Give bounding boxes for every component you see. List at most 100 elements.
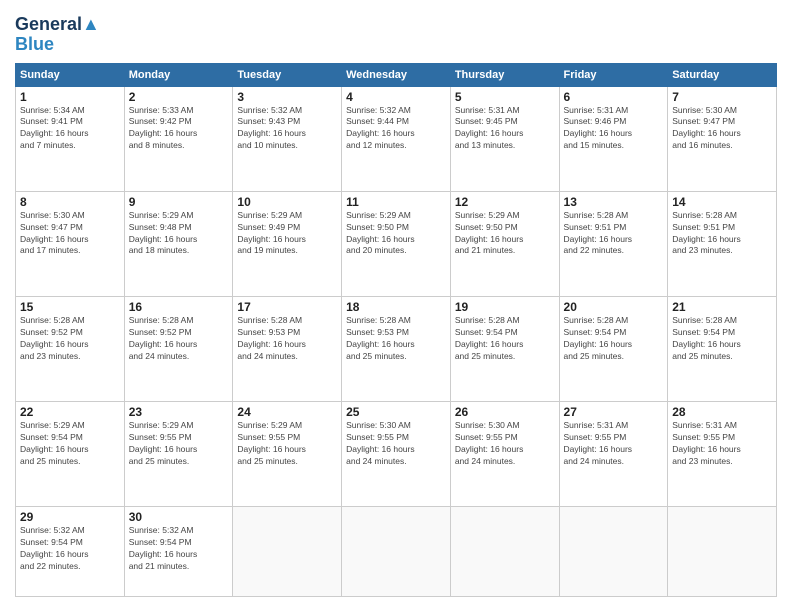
weekday-header-saturday: Saturday [668, 63, 777, 86]
day-number: 11 [346, 195, 446, 209]
day-info: Sunrise: 5:28 AMSunset: 9:51 PMDaylight:… [564, 210, 664, 258]
calendar-cell: 14Sunrise: 5:28 AMSunset: 9:51 PMDayligh… [668, 191, 777, 296]
weekday-header-row: SundayMondayTuesdayWednesdayThursdayFrid… [16, 63, 777, 86]
day-number: 12 [455, 195, 555, 209]
calendar-cell: 7Sunrise: 5:30 AMSunset: 9:47 PMDaylight… [668, 86, 777, 191]
day-info: Sunrise: 5:31 AMSunset: 9:45 PMDaylight:… [455, 105, 555, 153]
calendar-cell: 28Sunrise: 5:31 AMSunset: 9:55 PMDayligh… [668, 402, 777, 507]
day-number: 2 [129, 90, 229, 104]
day-info: Sunrise: 5:32 AMSunset: 9:54 PMDaylight:… [129, 525, 229, 573]
day-number: 27 [564, 405, 664, 419]
day-info: Sunrise: 5:28 AMSunset: 9:52 PMDaylight:… [20, 315, 120, 363]
calendar-cell: 8Sunrise: 5:30 AMSunset: 9:47 PMDaylight… [16, 191, 125, 296]
day-number: 15 [20, 300, 120, 314]
day-info: Sunrise: 5:31 AMSunset: 9:55 PMDaylight:… [672, 420, 772, 468]
day-info: Sunrise: 5:34 AMSunset: 9:41 PMDaylight:… [20, 105, 120, 153]
calendar-cell: 4Sunrise: 5:32 AMSunset: 9:44 PMDaylight… [342, 86, 451, 191]
day-info: Sunrise: 5:28 AMSunset: 9:51 PMDaylight:… [672, 210, 772, 258]
day-info: Sunrise: 5:31 AMSunset: 9:55 PMDaylight:… [564, 420, 664, 468]
day-info: Sunrise: 5:32 AMSunset: 9:43 PMDaylight:… [237, 105, 337, 153]
week-row-1: 1Sunrise: 5:34 AMSunset: 9:41 PMDaylight… [16, 86, 777, 191]
calendar-cell [668, 507, 777, 597]
day-info: Sunrise: 5:31 AMSunset: 9:46 PMDaylight:… [564, 105, 664, 153]
header: General▲Blue [15, 15, 777, 55]
day-number: 24 [237, 405, 337, 419]
calendar-table: SundayMondayTuesdayWednesdayThursdayFrid… [15, 63, 777, 597]
day-number: 5 [455, 90, 555, 104]
day-number: 19 [455, 300, 555, 314]
week-row-5: 29 Sunrise: 5:32 AMSunset: 9:54 PMDayligh… [16, 507, 777, 597]
day-number: 21 [672, 300, 772, 314]
day-info: Sunrise: 5:28 AMSunset: 9:52 PMDaylight:… [129, 315, 229, 363]
page: General▲Blue SundayMondayTuesdayWednesda… [0, 0, 792, 612]
day-number: 16 [129, 300, 229, 314]
calendar-cell: 26Sunrise: 5:30 AMSunset: 9:55 PMDayligh… [450, 402, 559, 507]
day-info: Sunrise: 5:29 AMSunset: 9:54 PMDaylight:… [20, 420, 120, 468]
day-number: 14 [672, 195, 772, 209]
day-info: Sunrise: 5:28 AMSunset: 9:54 PMDaylight:… [672, 315, 772, 363]
day-info: Sunrise: 5:29 AMSunset: 9:49 PMDaylight:… [237, 210, 337, 258]
calendar-cell [342, 507, 451, 597]
calendar-cell: 18Sunrise: 5:28 AMSunset: 9:53 PMDayligh… [342, 296, 451, 401]
weekday-header-tuesday: Tuesday [233, 63, 342, 86]
calendar-cell: 19Sunrise: 5:28 AMSunset: 9:54 PMDayligh… [450, 296, 559, 401]
calendar-cell: 21Sunrise: 5:28 AMSunset: 9:54 PMDayligh… [668, 296, 777, 401]
day-info: Sunrise: 5:30 AMSunset: 9:47 PMDaylight:… [672, 105, 772, 153]
day-info: Sunrise: 5:29 AMSunset: 9:48 PMDaylight:… [129, 210, 229, 258]
day-info: Sunrise: 5:30 AMSunset: 9:47 PMDaylight:… [20, 210, 120, 258]
day-number: 10 [237, 195, 337, 209]
day-info: Sunrise: 5:28 AMSunset: 9:54 PMDaylight:… [455, 315, 555, 363]
day-info: Sunrise: 5:33 AMSunset: 9:42 PMDaylight:… [129, 105, 229, 153]
weekday-header-monday: Monday [124, 63, 233, 86]
calendar-cell: 15Sunrise: 5:28 AMSunset: 9:52 PMDayligh… [16, 296, 125, 401]
calendar-cell [559, 507, 668, 597]
calendar-cell: 6Sunrise: 5:31 AMSunset: 9:46 PMDaylight… [559, 86, 668, 191]
week-row-2: 8Sunrise: 5:30 AMSunset: 9:47 PMDaylight… [16, 191, 777, 296]
day-number: 17 [237, 300, 337, 314]
day-number: 26 [455, 405, 555, 419]
day-info: Sunrise: 5:30 AMSunset: 9:55 PMDaylight:… [346, 420, 446, 468]
calendar-cell: 24Sunrise: 5:29 AMSunset: 9:55 PMDayligh… [233, 402, 342, 507]
day-number: 30 [129, 510, 229, 524]
day-number: 7 [672, 90, 772, 104]
day-number: 9 [129, 195, 229, 209]
weekday-header-friday: Friday [559, 63, 668, 86]
day-number: 6 [564, 90, 664, 104]
calendar-cell: 12Sunrise: 5:29 AMSunset: 9:50 PMDayligh… [450, 191, 559, 296]
day-info: Sunrise: 5:28 AMSunset: 9:53 PMDaylight:… [346, 315, 446, 363]
weekday-header-thursday: Thursday [450, 63, 559, 86]
calendar-cell: 13Sunrise: 5:28 AMSunset: 9:51 PMDayligh… [559, 191, 668, 296]
day-info: Sunrise: 5:28 AMSunset: 9:53 PMDaylight:… [237, 315, 337, 363]
logo-text: General▲Blue [15, 15, 100, 55]
day-number: 13 [564, 195, 664, 209]
calendar-cell: 17Sunrise: 5:28 AMSunset: 9:53 PMDayligh… [233, 296, 342, 401]
day-number: 23 [129, 405, 229, 419]
calendar-cell: 25Sunrise: 5:30 AMSunset: 9:55 PMDayligh… [342, 402, 451, 507]
calendar-cell: 27Sunrise: 5:31 AMSunset: 9:55 PMDayligh… [559, 402, 668, 507]
logo: General▲Blue [15, 15, 100, 55]
calendar-cell: 1Sunrise: 5:34 AMSunset: 9:41 PMDaylight… [16, 86, 125, 191]
day-number: 1 [20, 90, 120, 104]
calendar-cell: 2Sunrise: 5:33 AMSunset: 9:42 PMDaylight… [124, 86, 233, 191]
calendar-cell: 9Sunrise: 5:29 AMSunset: 9:48 PMDaylight… [124, 191, 233, 296]
day-info: Sunrise: 5:29 AMSunset: 9:50 PMDaylight:… [455, 210, 555, 258]
calendar-cell: 3Sunrise: 5:32 AMSunset: 9:43 PMDaylight… [233, 86, 342, 191]
weekday-header-sunday: Sunday [16, 63, 125, 86]
day-info: Sunrise: 5:30 AMSunset: 9:55 PMDaylight:… [455, 420, 555, 468]
day-number: 8 [20, 195, 120, 209]
day-number: 20 [564, 300, 664, 314]
calendar-cell [233, 507, 342, 597]
day-number: 4 [346, 90, 446, 104]
day-info: Sunrise: 5:29 AMSunset: 9:50 PMDaylight:… [346, 210, 446, 258]
calendar-cell: 16Sunrise: 5:28 AMSunset: 9:52 PMDayligh… [124, 296, 233, 401]
day-number: 25 [346, 405, 446, 419]
day-info: Sunrise: 5:29 AMSunset: 9:55 PMDaylight:… [129, 420, 229, 468]
calendar-cell: 10Sunrise: 5:29 AMSunset: 9:49 PMDayligh… [233, 191, 342, 296]
day-number: 3 [237, 90, 337, 104]
day-number: 29 [20, 510, 120, 524]
week-row-3: 15Sunrise: 5:28 AMSunset: 9:52 PMDayligh… [16, 296, 777, 401]
calendar-cell: 23Sunrise: 5:29 AMSunset: 9:55 PMDayligh… [124, 402, 233, 507]
weekday-header-wednesday: Wednesday [342, 63, 451, 86]
calendar-cell [450, 507, 559, 597]
day-info: Sunrise: 5:32 AMSunset: 9:44 PMDaylight:… [346, 105, 446, 153]
